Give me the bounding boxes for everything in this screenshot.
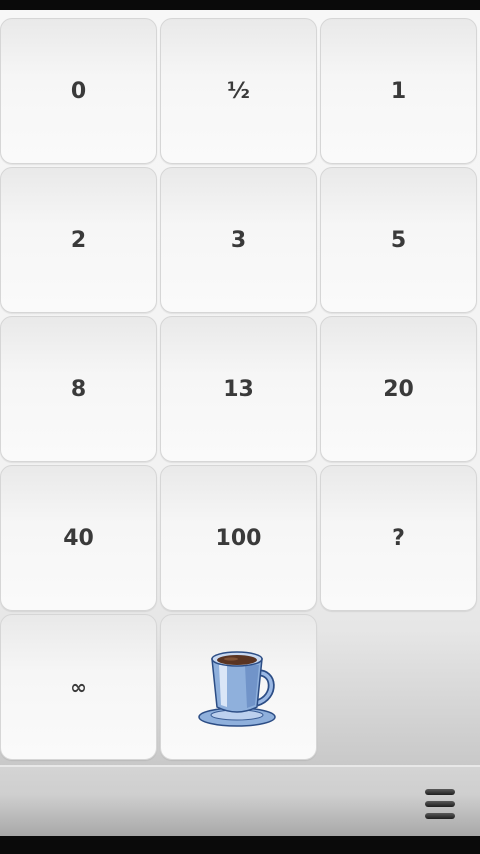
menu-icon[interactable]: [422, 787, 458, 821]
card-13[interactable]: 13: [160, 316, 317, 462]
card-label: 13: [223, 376, 254, 402]
card-infinity[interactable]: ∞: [0, 614, 157, 760]
card-100[interactable]: 100: [160, 465, 317, 611]
card-label: 8: [70, 376, 87, 402]
card-1[interactable]: 1: [320, 18, 477, 164]
menu-bar: [425, 801, 455, 807]
card-label: 3: [230, 227, 247, 253]
app-screen: 0 ½ 1 2 3 5 8 13 20 40 100 ? ∞: [0, 10, 480, 836]
card-2[interactable]: 2: [0, 167, 157, 313]
card-label: 20: [383, 376, 414, 402]
status-bar: [0, 0, 480, 10]
card-3[interactable]: 3: [160, 167, 317, 313]
card-8[interactable]: 8: [0, 316, 157, 462]
menu-bar: [425, 789, 455, 795]
card-20[interactable]: 20: [320, 316, 477, 462]
card-label: 2: [70, 227, 87, 253]
card-label: 1: [390, 78, 407, 104]
card-half[interactable]: ½: [160, 18, 317, 164]
card-question[interactable]: ?: [320, 465, 477, 611]
coffee-cup-icon: [197, 651, 276, 727]
card-label: ?: [392, 525, 405, 551]
bottom-toolbar: [0, 765, 480, 836]
menu-bar: [425, 813, 455, 819]
card-label: ½: [227, 78, 250, 104]
navigation-bar: [0, 836, 480, 854]
card-label: 0: [70, 78, 87, 104]
card-label: 100: [215, 525, 262, 551]
card-40[interactable]: 40: [0, 465, 157, 611]
card-label: 40: [63, 525, 94, 551]
card-label: 5: [390, 227, 407, 253]
card-coffee[interactable]: [160, 614, 317, 760]
card-label: ∞: [70, 675, 87, 699]
card-5[interactable]: 5: [320, 167, 477, 313]
card-0[interactable]: 0: [0, 18, 157, 164]
